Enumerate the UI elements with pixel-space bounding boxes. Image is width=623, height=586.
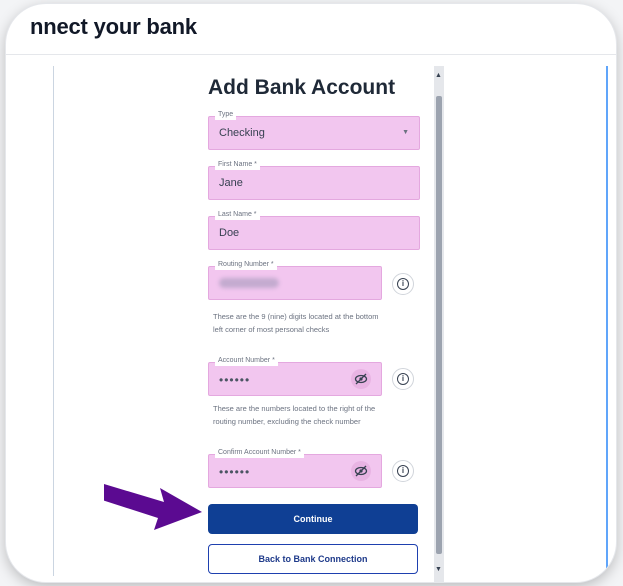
account-number-value: ••••••	[219, 373, 251, 387]
account-number-label: Account Number *	[215, 356, 278, 366]
account-number-input[interactable]: Account Number * ••••••	[208, 356, 382, 396]
confirm-account-info-button[interactable]: i	[392, 460, 414, 482]
first-name-input[interactable]: First Name * Jane	[208, 160, 420, 200]
back-to-bank-connection-button[interactable]: Back to Bank Connection	[208, 544, 418, 574]
type-value: Checking	[219, 127, 265, 139]
first-name-label: First Name *	[215, 160, 260, 170]
add-bank-account-form: Add Bank Account Type Checking ▼ First N…	[199, 60, 435, 582]
continue-button[interactable]: Continue	[208, 504, 418, 534]
confirm-account-number-value: ••••••	[219, 465, 251, 479]
form-title: Add Bank Account	[208, 76, 396, 99]
last-name-label: Last Name *	[215, 210, 260, 220]
routing-number-label: Routing Number *	[215, 260, 277, 270]
confirm-account-number-label: Confirm Account Number *	[215, 448, 304, 458]
eye-slash-icon[interactable]	[351, 461, 371, 481]
info-icon: i	[397, 373, 409, 385]
right-divider	[606, 66, 608, 576]
type-label: Type	[215, 110, 237, 120]
eye-slash-icon[interactable]	[351, 369, 371, 389]
last-name-value: Doe	[219, 227, 240, 239]
scroll-thumb[interactable]	[436, 96, 442, 554]
left-divider	[53, 66, 54, 576]
chevron-down-icon: ▼	[402, 129, 409, 136]
confirm-account-number-input[interactable]: Confirm Account Number * ••••••	[208, 448, 382, 488]
connect-bank-window: nnect your bank Add Bank Account Type Ch…	[6, 4, 616, 582]
page-title: nnect your bank	[30, 14, 197, 39]
info-icon: i	[397, 278, 409, 290]
header-divider	[6, 54, 616, 55]
routing-help-text: These are the 9 (nine) digits located at…	[213, 312, 379, 334]
annotation-arrow	[104, 484, 202, 530]
first-name-value: Jane	[219, 177, 243, 189]
scroll-up-icon[interactable]: ▲	[435, 72, 442, 79]
form-scrollbar[interactable]: ▲ ▼	[434, 66, 444, 582]
routing-info-button[interactable]: i	[392, 273, 414, 295]
info-icon: i	[397, 465, 409, 477]
account-info-button[interactable]: i	[392, 368, 414, 390]
scroll-down-icon[interactable]: ▼	[435, 566, 442, 573]
type-select[interactable]: Type Checking ▼	[208, 110, 420, 150]
routing-number-redacted-value	[219, 278, 279, 288]
last-name-input[interactable]: Last Name * Doe	[208, 210, 420, 250]
account-help-text: These are the numbers located to the rig…	[213, 404, 376, 426]
routing-number-input[interactable]: Routing Number *	[208, 260, 382, 300]
